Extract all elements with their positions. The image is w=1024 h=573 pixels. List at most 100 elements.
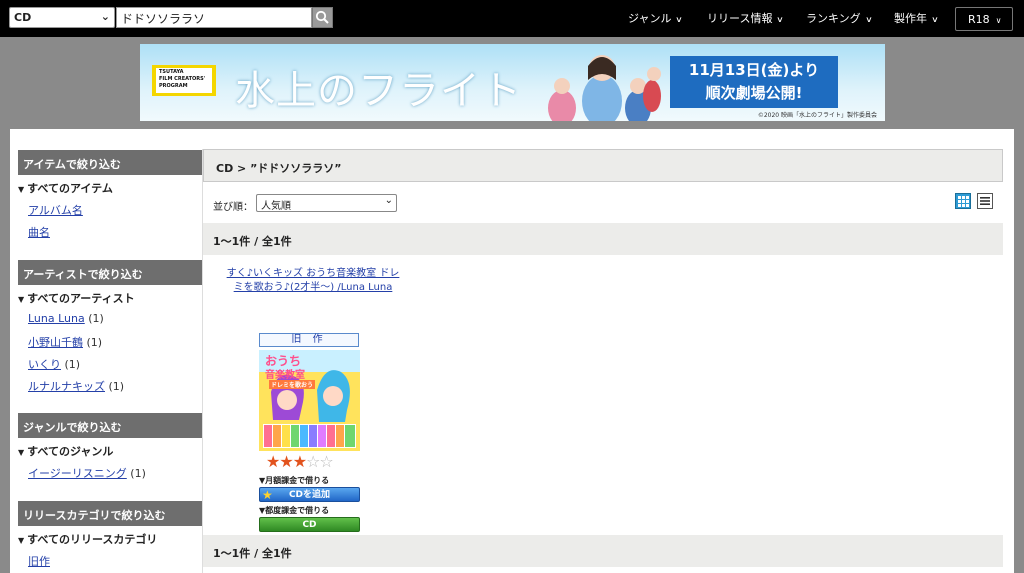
filter-count: (1) (86, 336, 103, 349)
filter-genre-heading: ジャンルで絞り込む (18, 413, 202, 438)
promo-banner[interactable]: TSUTAYA FILM CREATORS' PROGRAM 水上のフライト 1… (140, 44, 885, 121)
filter-link-label: 曲名 (28, 226, 50, 239)
filter-genre-easy-listening[interactable]: イージーリスニング (1) (28, 465, 146, 481)
banner-date-line1: 11月13日(金)より (688, 61, 820, 79)
result-count-top: 1～1件 / 全1件 (203, 223, 1003, 255)
jacket-text: 音楽教室 (265, 370, 305, 381)
banner-date-line2: 順次劇場公開! (705, 84, 803, 102)
filter-item-track[interactable]: 曲名 (28, 224, 50, 240)
nav-genre-label: ジャンル (628, 12, 672, 25)
star-icon: ★ (262, 488, 273, 502)
filter-link-label: いくり (28, 358, 61, 371)
triangle-down-icon: ▼ (18, 536, 25, 545)
chevron-down-icon: ⌄ (100, 10, 110, 23)
item-title-link[interactable]: すく♪いくキッズ おうち音楽教室 ドレミを歌おう♪(2才半～) /Luna Lu… (223, 267, 403, 295)
list-view-button[interactable] (977, 193, 993, 209)
filter-link-label: イージーリスニング (28, 467, 127, 480)
triangle-down-icon: ▼ (18, 448, 25, 457)
nav-ranking-label: ランキング (806, 12, 861, 25)
filter-count: (1) (88, 312, 104, 325)
filter-link-label: 旧作 (28, 555, 50, 568)
per-rent-label: ▼都度課金で借りる (259, 506, 330, 515)
search-input[interactable]: ドドソソララソ (116, 7, 312, 28)
search-button[interactable] (312, 7, 333, 28)
chevron-down-icon: ∨ (931, 15, 939, 24)
filter-link-label: Luna Luna (28, 312, 85, 325)
breadcrumb: CD > ”ドドソソララソ” (203, 149, 1003, 182)
banner-copyright: ©2020 映画「水上のフライト」製作委員会 (757, 112, 877, 119)
filter-count: (1) (108, 380, 125, 393)
chevron-down-icon: ∨ (675, 15, 684, 24)
banner-people-image (548, 55, 661, 121)
nav-year-label: 製作年 (894, 12, 927, 25)
banner-logo-line: PROGRAM (159, 83, 188, 89)
add-cd-button[interactable]: ★ CDを追加 (259, 487, 360, 502)
filter-count: (1) (130, 467, 146, 480)
filter-item-all[interactable]: ▼ すべてのアイテム (18, 180, 113, 196)
banner-logo-line: TSUTAYA (159, 69, 184, 75)
filter-release-all[interactable]: ▼ すべてのリリースカテゴリ (18, 531, 157, 547)
banner-title: 水上のフライト (235, 68, 522, 114)
filter-count: (1) (64, 358, 81, 371)
nav-year[interactable]: 製作年 ∨ (894, 10, 939, 26)
monthly-rent-label: ▼月額課金で借りる (259, 476, 330, 485)
nav-genre[interactable]: ジャンル ∨ (628, 10, 684, 26)
rent-cd-button[interactable]: CD (259, 517, 360, 532)
main-panel: アイテムで絞り込む ▼ すべてのアイテム アルバム名 曲名 アーティストで絞り込む… (10, 129, 1014, 573)
filter-link-label: ルナルナキッズ (28, 380, 105, 393)
item-release-badge: 旧 作 (259, 333, 359, 347)
sort-select-value: 人気順 (261, 201, 291, 212)
triangle-down-icon: ▼ (18, 185, 25, 194)
chevron-down-icon: ⌄ (384, 195, 393, 206)
filter-artist-all[interactable]: ▼ すべてのアーティスト (18, 290, 135, 306)
chevron-down-icon: ∨ (995, 16, 1002, 25)
filter-release-all-label: すべてのリリースカテゴリ (27, 533, 158, 546)
filter-artist-luna-kids[interactable]: ルナルナキッズ (1) (28, 378, 124, 394)
filter-artist-heading: アーティストで絞り込む (18, 260, 202, 285)
filter-genre-all[interactable]: ▼ すべてのジャンル (18, 443, 113, 459)
star-filled-icon: ★ (266, 452, 280, 471)
star-filled-icon: ★ (279, 452, 293, 471)
banner-release-date: 11月13日(金)より 順次劇場公開! (670, 56, 838, 108)
banner-logo-line: FILM CREATORS' (159, 76, 206, 82)
add-cd-label: CDを追加 (288, 490, 331, 500)
category-select-value: CD (14, 11, 32, 24)
sort-label: 並び順： (213, 202, 253, 213)
r18-menu[interactable]: R18 ∨ (955, 7, 1013, 31)
category-select[interactable]: CD ⌄ (9, 7, 115, 28)
star-filled-icon: ★ (292, 452, 307, 471)
filter-item-album[interactable]: アルバム名 (28, 202, 83, 218)
sort-select[interactable]: 人気順 ⌄ (256, 194, 397, 212)
filter-release-heading: リリースカテゴリで絞り込む (18, 501, 202, 526)
result-count-bottom: 1～1件 / 全1件 (203, 535, 1003, 567)
filter-artist-luna-luna[interactable]: Luna Luna (1) (28, 312, 104, 325)
filter-item-heading: アイテムで絞り込む (18, 150, 202, 175)
results-panel: CD > ”ドドソソララソ” 並び順： 人気順 ⌄ 1～1件 / 全1件 すく♪… (202, 149, 1003, 573)
rent-cd-label: CD (302, 520, 317, 530)
filter-link-label: アルバム名 (28, 204, 83, 217)
filter-release-old[interactable]: 旧作 (28, 553, 50, 569)
filter-item-all-label: すべてのアイテム (27, 182, 113, 195)
star-empty-icon: ☆ (306, 452, 320, 471)
filter-artist-onoyama[interactable]: 小野山千鶴 (1) (28, 334, 102, 350)
nav-ranking[interactable]: ランキング ∨ (806, 10, 872, 26)
list-icon (980, 197, 990, 205)
jacket-text: ドレミを歌おう (269, 380, 316, 389)
r18-label: R18 (968, 13, 990, 26)
banner-logo: TSUTAYA FILM CREATORS' PROGRAM (152, 65, 216, 96)
filter-artist-ikuri[interactable]: いくり (1) (28, 356, 80, 372)
star-empty-icon: ☆ (319, 452, 333, 471)
filter-artist-all-label: すべてのアーティスト (27, 292, 135, 305)
chevron-down-icon: ∨ (864, 15, 873, 24)
filter-genre-all-label: すべてのジャンル (27, 445, 114, 458)
search-icon (315, 10, 329, 24)
top-bar: CD ⌄ ドドソソララソ ジャンル ∨ リリース情報 ∨ ランキング ∨ 製作年 ∨ R… (0, 0, 1024, 37)
grid-view-button[interactable] (955, 193, 971, 209)
nav-release[interactable]: リリース情報 ∨ (707, 10, 785, 26)
triangle-down-icon: ▼ (18, 295, 25, 304)
item-rating: ★★★☆☆ (266, 452, 334, 471)
nav-release-label: リリース情報 (707, 12, 773, 25)
grid-icon (958, 196, 969, 207)
item-jacket-image[interactable]: おうち 音楽教室 ドレミを歌おう (259, 350, 360, 451)
chevron-down-icon: ∨ (776, 15, 785, 24)
